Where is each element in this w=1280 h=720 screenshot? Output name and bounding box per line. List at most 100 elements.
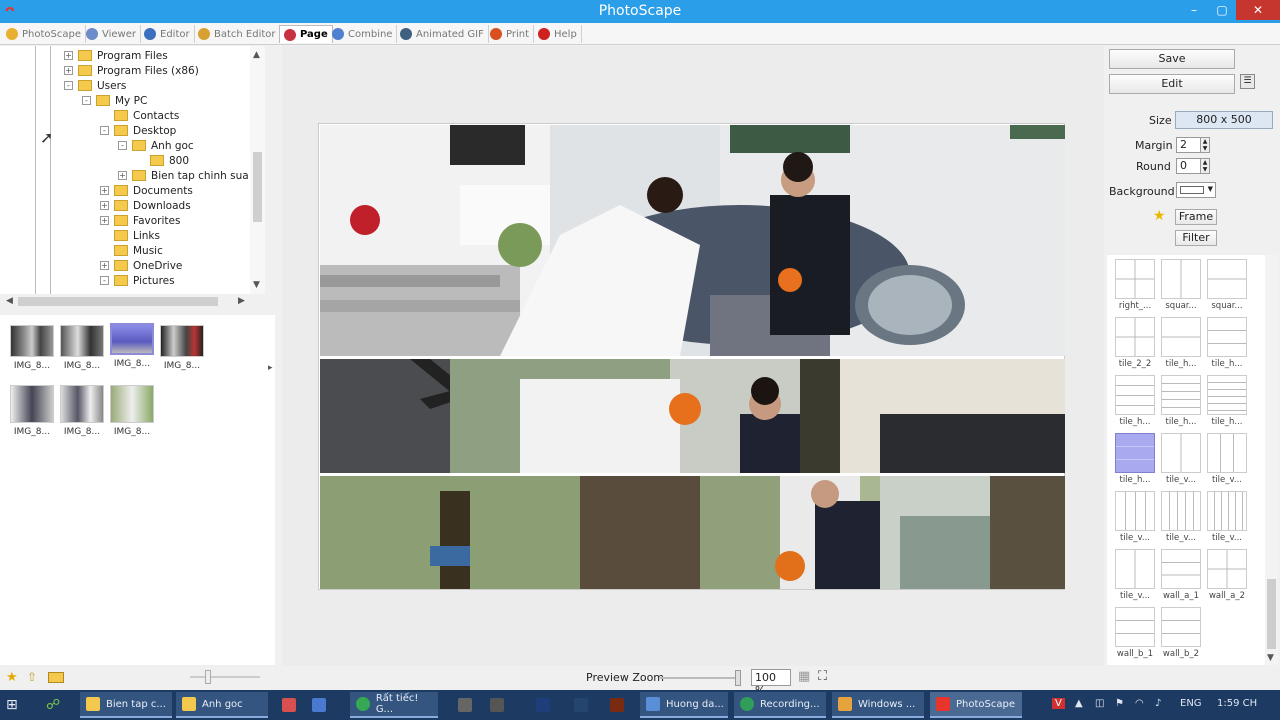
thumbnail-size-slider-knob[interactable] bbox=[205, 670, 211, 684]
margin-spinner[interactable]: 2 ▲ ▼ bbox=[1176, 137, 1210, 153]
tree-item-program-files[interactable]: + Program Files bbox=[64, 48, 168, 63]
collapse-icon[interactable]: - bbox=[100, 126, 109, 135]
layout-template-selected[interactable]: tile_h... bbox=[1113, 433, 1157, 490]
layout-template[interactable]: tile_v... bbox=[1113, 491, 1157, 548]
taskbar-item[interactable]: Recording... bbox=[734, 692, 826, 718]
taskbar-pinned-app[interactable] bbox=[484, 692, 510, 718]
layout-template[interactable]: wall_b_1 bbox=[1113, 607, 1157, 664]
expand-icon[interactable]: + bbox=[64, 51, 73, 60]
layout-template[interactable]: wall_a_2 bbox=[1205, 549, 1249, 606]
spinner-arrows-icon[interactable]: ▲ ▼ bbox=[1200, 158, 1210, 174]
filter-button[interactable]: Filter bbox=[1175, 230, 1217, 246]
expand-icon[interactable]: + bbox=[100, 261, 109, 270]
collapse-icon[interactable]: - bbox=[82, 96, 91, 105]
round-spinner[interactable]: 0 ▲ ▼ bbox=[1176, 158, 1210, 174]
tree-vertical-scrollbar[interactable]: ▲ ▼ bbox=[250, 46, 265, 294]
tree-item-documents[interactable]: + Documents bbox=[100, 183, 193, 198]
spinner-arrows-icon[interactable]: ▲ ▼ bbox=[1200, 137, 1210, 153]
layout-template[interactable]: tile_v... bbox=[1159, 491, 1203, 548]
layout-template[interactable]: tile_v... bbox=[1113, 549, 1157, 606]
tab-batch-editor[interactable]: Batch Editor bbox=[194, 25, 281, 43]
taskbar-pinned-app[interactable] bbox=[568, 692, 594, 718]
checkerboard-icon[interactable]: ▦ bbox=[798, 669, 810, 684]
layout-template[interactable]: tile_h... bbox=[1159, 317, 1203, 374]
fit-screen-icon[interactable]: ⛶ bbox=[818, 669, 827, 684]
folder-tree[interactable]: + Program Files + Program Files (x86) - Use… bbox=[0, 46, 265, 294]
taskbar-pinned-app[interactable] bbox=[452, 692, 478, 718]
open-folder-icon[interactable] bbox=[48, 672, 64, 683]
taskbar-item[interactable]: Windows ... bbox=[832, 692, 924, 718]
scroll-left-icon[interactable]: ◀ bbox=[6, 296, 13, 306]
layout-template[interactable]: tile_h... bbox=[1205, 317, 1249, 374]
page-canvas[interactable] bbox=[318, 123, 1065, 590]
thumbnail-size-slider[interactable] bbox=[190, 676, 260, 678]
frame-button[interactable]: Frame bbox=[1175, 209, 1217, 225]
thumbnail-item[interactable]: IMG_8... bbox=[58, 385, 106, 440]
photo-slot-1[interactable] bbox=[320, 125, 1065, 356]
background-color-select[interactable]: ▼ bbox=[1176, 182, 1216, 198]
expand-icon[interactable]: + bbox=[64, 66, 73, 75]
layout-template[interactable]: tile_v... bbox=[1159, 433, 1203, 490]
save-button[interactable]: Save bbox=[1109, 49, 1235, 69]
tree-item-my-pc[interactable]: - My PC bbox=[82, 93, 147, 108]
pinned-app[interactable]: ☍ bbox=[40, 692, 72, 718]
layout-template[interactable]: tile_v... bbox=[1205, 433, 1249, 490]
tray-language[interactable]: ENG bbox=[1180, 698, 1202, 709]
taskbar-item[interactable]: Huong da... bbox=[640, 692, 728, 718]
taskbar-pinned-app[interactable] bbox=[276, 692, 304, 718]
photo-slot-2[interactable] bbox=[320, 359, 1065, 473]
tab-editor[interactable]: Editor bbox=[140, 25, 195, 43]
thumbnail-item[interactable]: IMG_8... bbox=[58, 325, 106, 380]
scrollbar-thumb[interactable] bbox=[1267, 579, 1276, 649]
thumbnail-scroll-icon[interactable]: ▸ bbox=[268, 363, 273, 373]
edit-button[interactable]: Edit bbox=[1109, 74, 1235, 94]
tree-item-bien-tap-chinh-sua[interactable]: + Bien tap chinh sua bbox=[118, 168, 249, 183]
layout-template[interactable]: tile_2_2 bbox=[1113, 317, 1157, 374]
size-value-button[interactable]: 800 x 500 bbox=[1175, 111, 1273, 129]
photo-slot-3[interactable] bbox=[320, 476, 1065, 589]
collapse-icon[interactable]: - bbox=[118, 141, 127, 150]
scroll-down-icon[interactable]: ▼ bbox=[1267, 653, 1274, 663]
tree-item-downloads[interactable]: + Downloads bbox=[100, 198, 191, 213]
tab-help[interactable]: Help bbox=[534, 25, 582, 43]
tab-photoscape[interactable]: PhotoScape bbox=[2, 25, 86, 43]
taskbar-pinned-app[interactable] bbox=[306, 692, 334, 718]
layout-template[interactable]: tile_h... bbox=[1113, 375, 1157, 432]
maximize-button[interactable]: ▢ bbox=[1208, 0, 1236, 20]
tray-flag-icon[interactable]: ⚑ bbox=[1115, 698, 1124, 709]
tree-item-desktop[interactable]: - Desktop bbox=[100, 123, 176, 138]
taskbar-pinned-app[interactable] bbox=[530, 692, 556, 718]
layout-template[interactable]: tile_h... bbox=[1159, 375, 1203, 432]
scroll-right-icon[interactable]: ▶ bbox=[238, 296, 245, 306]
taskbar-pinned-app[interactable] bbox=[604, 692, 630, 718]
scrollbar-thumb[interactable] bbox=[18, 297, 218, 306]
scroll-up-icon[interactable]: ▲ bbox=[253, 50, 260, 60]
tree-item-contacts[interactable]: Contacts bbox=[114, 108, 179, 123]
folder-up-icon[interactable]: ⇧ bbox=[27, 670, 41, 684]
tree-item-anh-goc[interactable]: - Anh goc bbox=[118, 138, 194, 153]
taskbar-item[interactable]: Bien tap c... bbox=[80, 692, 172, 718]
star-icon[interactable]: ★ bbox=[1153, 208, 1166, 224]
preview-zoom-slider-knob[interactable] bbox=[735, 670, 741, 686]
tray-chevron-icon[interactable]: ▲ bbox=[1075, 698, 1083, 709]
tree-item-links[interactable]: Links bbox=[114, 228, 160, 243]
tree-item-program-files-x86[interactable]: + Program Files (x86) bbox=[64, 63, 199, 78]
layout-template[interactable]: tile_v... bbox=[1205, 491, 1249, 548]
tree-item-pictures[interactable]: - Pictures bbox=[100, 273, 175, 288]
taskbar-item[interactable]: Anh goc bbox=[176, 692, 268, 718]
tab-combine[interactable]: Combine bbox=[328, 25, 398, 43]
expand-icon[interactable]: + bbox=[100, 216, 109, 225]
layout-list-scrollbar[interactable]: ▼ bbox=[1265, 255, 1278, 665]
tree-item-onedrive[interactable]: + OneDrive bbox=[100, 258, 182, 273]
layout-template[interactable]: wall_b_2 bbox=[1159, 607, 1203, 664]
layout-template[interactable]: tile_h... bbox=[1205, 375, 1249, 432]
tab-viewer[interactable]: Viewer bbox=[82, 25, 141, 43]
tray-wifi-icon[interactable]: ◠ bbox=[1135, 698, 1144, 709]
tray-volume-icon[interactable]: ♪ bbox=[1155, 698, 1161, 709]
tree-item-music[interactable]: Music bbox=[114, 243, 163, 258]
thumbnail-item[interactable]: IMG_8... bbox=[158, 325, 206, 380]
tray-clock[interactable]: 1:59 CH bbox=[1217, 698, 1257, 709]
tree-item-800[interactable]: 800 bbox=[150, 153, 189, 168]
collapse-icon[interactable]: - bbox=[100, 276, 109, 285]
layout-template[interactable]: squar... bbox=[1159, 259, 1203, 316]
